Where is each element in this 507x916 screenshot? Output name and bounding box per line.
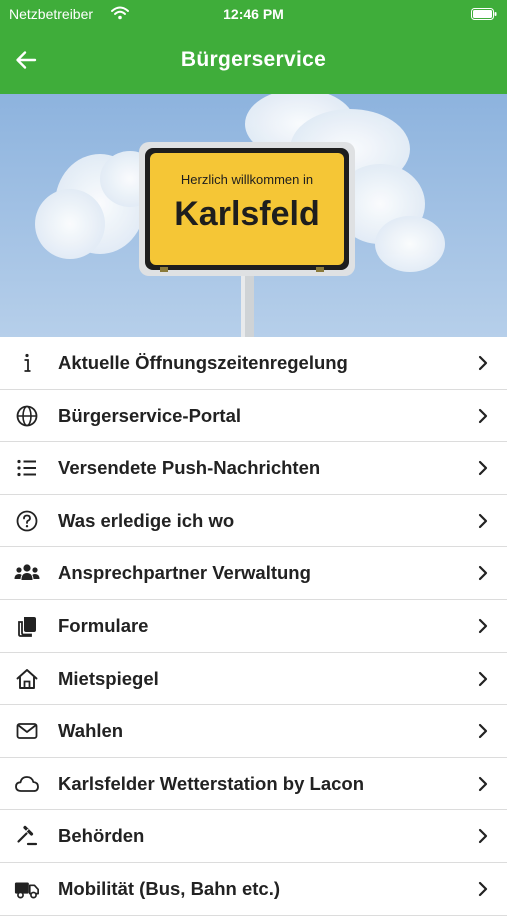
menu-item-label: Mobilität (Bus, Bahn etc.) [58, 877, 280, 899]
documents-icon [14, 613, 40, 639]
menu-item-label: Was erledige ich wo [58, 509, 235, 531]
menu-item-weather-station[interactable]: Karlsfelder Wetterstation by Lacon [0, 757, 507, 811]
chevron-right-icon [477, 407, 489, 425]
page-title: Bürgerservice [180, 48, 327, 71]
navigation-bar: Bürgerservice [0, 30, 507, 94]
chevron-right-icon [477, 722, 489, 740]
chevron-right-icon [477, 459, 489, 477]
cloud-icon [14, 771, 40, 797]
sign-text-greeting: Herzlich willkommen in [180, 172, 314, 187]
battery-icon [471, 8, 497, 20]
globe-icon [14, 403, 40, 429]
menu-item-label: Karlsfelder Wetterstation by Lacon [58, 772, 365, 794]
users-icon [14, 560, 40, 586]
chevron-right-icon [477, 564, 489, 582]
hero-image: Herzlich willkommen in Karlsfeld [0, 94, 507, 337]
menu-item-contacts[interactable]: Ansprechpartner Verwaltung [0, 547, 507, 600]
chevron-right-icon [477, 775, 489, 793]
chevron-right-icon [477, 880, 489, 898]
list-icon [14, 455, 40, 481]
chevron-right-icon [477, 827, 489, 845]
clock-time: 12:46 PM [223, 6, 284, 22]
menu-item-rent-index[interactable]: Mietspiegel [0, 652, 507, 706]
menu-item-push-messages[interactable]: Versendete Push-Nachrichten [0, 442, 507, 495]
menu-item-elections[interactable]: Wahlen [0, 705, 507, 758]
menu-item-label: Formulare [58, 614, 149, 636]
chevron-right-icon [477, 670, 489, 688]
menu-item-what-where[interactable]: Was erledige ich wo [0, 494, 507, 548]
house-icon [14, 666, 40, 692]
menu-item-label: Behörden [58, 825, 145, 847]
menu-item-label: Mietspiegel [58, 667, 159, 689]
info-icon [14, 350, 40, 376]
envelope-icon [14, 718, 40, 744]
menu-item-mobility[interactable]: Mobilität (Bus, Bahn etc.) [0, 862, 507, 916]
menu-item-label: Aktuelle Öffnungszeitenregelung [58, 352, 348, 373]
menu-item-opening-hours[interactable]: Aktuelle Öffnungszeitenregelung [0, 337, 507, 390]
sign-text-town: Karlsfeld [174, 195, 320, 233]
chevron-right-icon [477, 617, 489, 635]
question-circle-icon [14, 508, 40, 534]
status-bar: Netzbetreiber 12:46 PM [0, 0, 507, 30]
menu-item-label: Bürgerservice-Portal [58, 404, 242, 426]
back-button[interactable] [14, 48, 56, 78]
menu-item-portal[interactable]: Bürgerservice-Portal [0, 389, 507, 443]
chevron-right-icon [477, 512, 489, 530]
truck-icon [14, 876, 40, 902]
menu-item-forms[interactable]: Formulare [0, 599, 507, 653]
menu-list: Aktuelle Öffnungszeitenregelung Bürgerse… [0, 337, 507, 916]
arrow-left-icon [14, 48, 56, 72]
menu-item-authorities[interactable]: Behörden [0, 810, 507, 863]
chevron-right-icon [477, 354, 489, 372]
menu-item-label: Wahlen [58, 720, 124, 742]
menu-item-label: Ansprechpartner Verwaltung [58, 562, 311, 584]
gavel-icon [14, 823, 40, 849]
menu-item-label: Versendete Push-Nachrichten [58, 457, 321, 479]
